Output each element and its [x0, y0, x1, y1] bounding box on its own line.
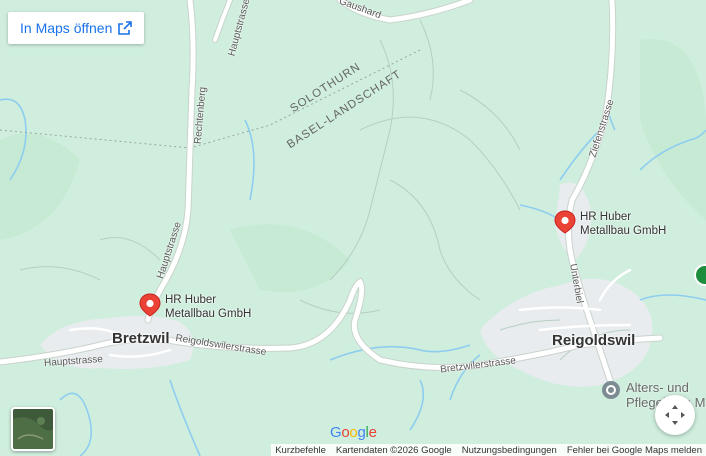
town-label-bretzwil: Bretzwil [112, 330, 170, 347]
business-label-bretzwil[interactable]: HR Huber Metallbau GmbH [165, 293, 251, 321]
open-in-maps-label: In Maps öffnen [20, 20, 113, 36]
report-error-link[interactable]: Fehler bei Google Maps melden [567, 445, 702, 456]
business-label-reigoldswil[interactable]: HR Huber Metallbau GmbH [580, 210, 666, 238]
map-pin-icon [554, 210, 576, 234]
forest-patch [640, 39, 706, 220]
keyboard-shortcuts-link[interactable]: Kurzbefehle [275, 445, 326, 456]
terms-link[interactable]: Nutzungsbedingungen [462, 445, 557, 456]
poi-label-line1: Alters- und [626, 380, 689, 395]
open-in-maps-button[interactable]: In Maps öffnen [8, 12, 145, 44]
satellite-toggle-button[interactable] [11, 407, 55, 451]
business-name-line2: Metallbau GmbH [165, 308, 252, 320]
town-label-reigoldswil: Reigoldswil [552, 332, 636, 349]
poi-marker[interactable] [601, 380, 621, 400]
pan-arrows-icon [665, 405, 685, 425]
map-navigation-button[interactable] [655, 395, 695, 435]
google-logo: Google [330, 424, 377, 441]
forest-patch [0, 133, 80, 240]
business-pin-bretzwil[interactable] [139, 293, 161, 322]
satellite-thumbnail-icon [13, 409, 53, 449]
external-link-icon [118, 21, 133, 35]
business-name-line1: HR Huber [580, 211, 632, 223]
map-footer: Kurzbefehle Kartendaten ©2026 Google Nut… [271, 444, 706, 456]
map-pin-icon [139, 293, 161, 317]
map-data-text: Kartendaten ©2026 Google [335, 444, 452, 456]
business-name-line1: HR Huber [165, 294, 217, 306]
business-name-line2: Metallbau GmbH [580, 225, 667, 237]
business-pin-reigoldswil[interactable] [554, 210, 576, 239]
place-marker-icon [602, 381, 620, 399]
forest-patch [230, 224, 350, 292]
map-canvas[interactable]: Gaushard Hauptstrasse Rechtenberg Haupts… [0, 0, 706, 456]
